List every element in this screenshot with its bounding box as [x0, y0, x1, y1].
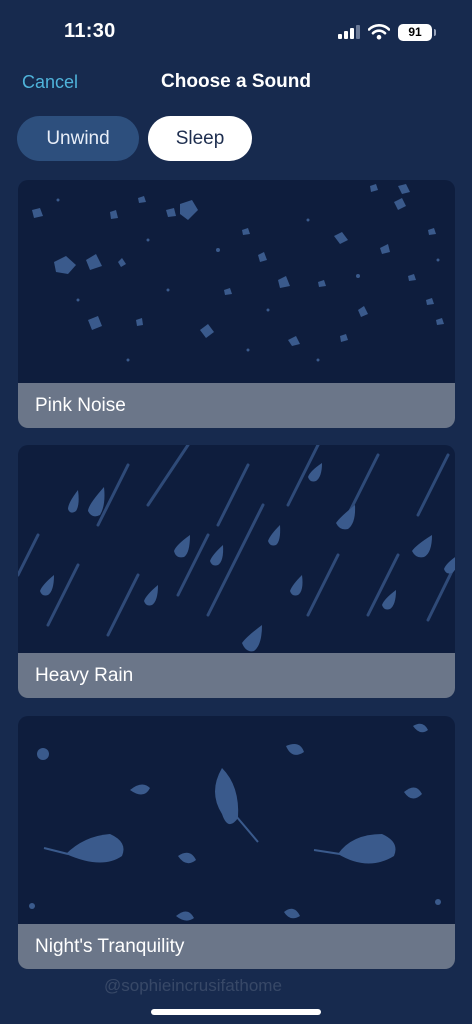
- sound-card-heavy-rain[interactable]: Heavy Rain: [18, 445, 455, 698]
- status-time: 11:30: [64, 20, 116, 42]
- tab-sleep[interactable]: Sleep: [148, 116, 252, 161]
- tab-unwind[interactable]: Unwind: [17, 116, 139, 161]
- speckle-pattern-art: [32, 184, 444, 362]
- sound-card-nights-tranquility[interactable]: Night's Tranquility: [18, 716, 455, 969]
- sound-title: Heavy Rain: [18, 653, 455, 698]
- cancel-button[interactable]: Cancel: [22, 72, 78, 93]
- battery-icon: 91: [398, 23, 436, 41]
- sound-card-pink-noise[interactable]: Pink Noise: [18, 180, 455, 428]
- nav-bar: Choose a Sound Cancel: [0, 68, 472, 100]
- home-indicator[interactable]: [151, 1009, 321, 1015]
- sound-title: Pink Noise: [18, 383, 455, 428]
- category-tabs: Unwind Sleep: [17, 116, 252, 161]
- sound-title: Night's Tranquility: [18, 924, 455, 969]
- wifi-icon: [368, 24, 390, 40]
- status-bar: 11:30 91: [0, 0, 472, 60]
- battery-level: 91: [408, 25, 422, 39]
- raindrop-pattern-art: [18, 445, 455, 652]
- status-icons: 91: [338, 22, 436, 42]
- signal-icon: [338, 25, 360, 39]
- watermark: @sophieincrusifathome: [104, 976, 282, 995]
- leaf-pattern-art: [29, 723, 441, 921]
